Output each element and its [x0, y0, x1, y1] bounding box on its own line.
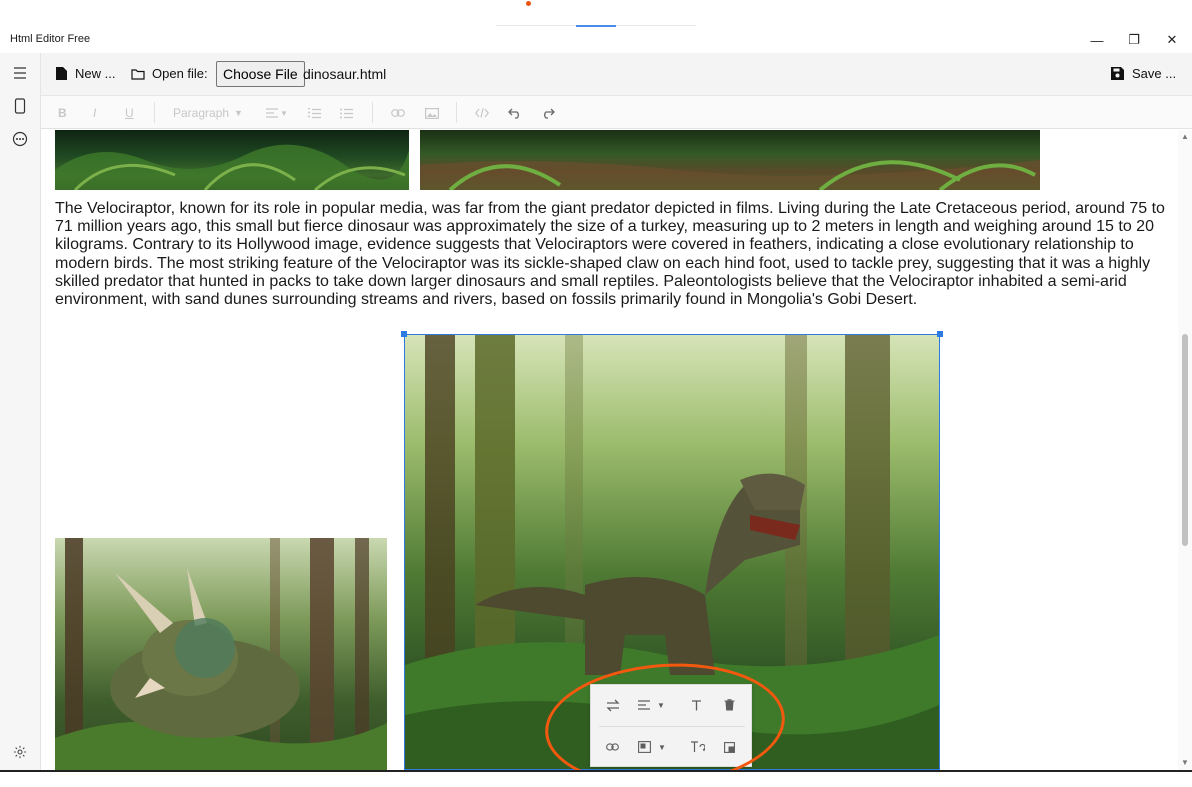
left-rail: [0, 53, 41, 770]
scroll-down-arrow-icon[interactable]: ▼: [1181, 758, 1189, 767]
close-button[interactable]: ✕: [1164, 32, 1180, 48]
undo-button[interactable]: [508, 104, 522, 122]
code-view-button[interactable]: [475, 104, 489, 122]
toolbar-divider: [456, 102, 457, 123]
link-button[interactable]: [391, 104, 405, 122]
app-title: Html Editor Free: [10, 33, 91, 45]
bold-button[interactable]: B: [58, 104, 67, 122]
link-icon: [391, 109, 405, 117]
format-toolbar: B I U Paragraph ▼ ▼: [41, 96, 1192, 129]
bullet-list-icon: [340, 108, 353, 118]
resize-handle-top-left[interactable]: [401, 331, 407, 337]
chevron-down-icon: ▼: [280, 108, 288, 118]
save-button[interactable]: Save ...: [1111, 66, 1176, 81]
triceratops-illustration: [55, 538, 387, 770]
triceratops-image[interactable]: [55, 538, 387, 770]
top-accent-line: [576, 25, 616, 27]
fern-forest-image-left[interactable]: [55, 130, 409, 190]
paragraph-dropdown[interactable]: Paragraph ▼: [173, 104, 243, 122]
fern-illustration: [55, 144, 409, 190]
image-icon: [425, 107, 439, 119]
save-label: Save ...: [1132, 66, 1177, 81]
new-file-button[interactable]: New ...: [56, 66, 115, 81]
numbered-list-button[interactable]: [308, 104, 321, 122]
file-icon: [56, 67, 67, 80]
settings-gear-icon[interactable]: [10, 742, 30, 762]
redo-icon: [544, 108, 555, 119]
resize-handle-top-right[interactable]: [937, 331, 943, 337]
mobile-preview-icon[interactable]: [10, 96, 30, 116]
toolbar-divider: [154, 102, 155, 123]
forest-floor-illustration: [420, 160, 1040, 190]
notification-dot: [526, 1, 531, 6]
bottom-area: [0, 772, 1192, 787]
article-paragraph[interactable]: The Velociraptor, known for its role in …: [55, 200, 1167, 309]
bullet-list-button[interactable]: [340, 104, 353, 122]
code-icon: [475, 108, 489, 118]
folder-icon: [131, 68, 145, 80]
menu-icon[interactable]: [10, 63, 30, 83]
new-file-label: New ...: [75, 66, 116, 81]
numbered-list-icon: [308, 107, 321, 118]
toolbar-divider: [372, 102, 373, 123]
open-file-label: Open file:: [152, 66, 208, 81]
save-icon: [1111, 67, 1124, 80]
redo-button[interactable]: [541, 104, 555, 122]
window-titlebar: Html Editor Free — ❐ ✕: [0, 28, 1192, 53]
scrollbar-thumb[interactable]: [1182, 334, 1188, 546]
maximize-button[interactable]: ❐: [1126, 32, 1142, 48]
open-file-label-group: Open file:: [131, 66, 208, 81]
file-bar: New ... Open file: Choose File dinosaur.…: [41, 53, 1192, 96]
insert-image-button[interactable]: [425, 104, 439, 122]
align-dropdown[interactable]: ▼: [266, 104, 288, 122]
fern-forest-image-right[interactable]: [420, 130, 1040, 190]
align-left-icon: [266, 108, 278, 118]
paragraph-label: Paragraph: [173, 106, 230, 120]
choose-file-button[interactable]: Choose File: [216, 61, 305, 87]
file-name: dinosaur.html: [303, 66, 387, 82]
chevron-down-icon: ▼: [234, 108, 243, 118]
undo-icon: [508, 108, 519, 119]
italic-button[interactable]: I: [93, 104, 96, 122]
scroll-up-arrow-icon[interactable]: ▲: [1181, 132, 1189, 141]
vertical-scrollbar[interactable]: ▲ ▼: [1178, 130, 1192, 770]
underline-button[interactable]: U: [125, 104, 134, 122]
more-options-icon[interactable]: [10, 129, 30, 149]
minimize-button[interactable]: —: [1089, 32, 1105, 48]
